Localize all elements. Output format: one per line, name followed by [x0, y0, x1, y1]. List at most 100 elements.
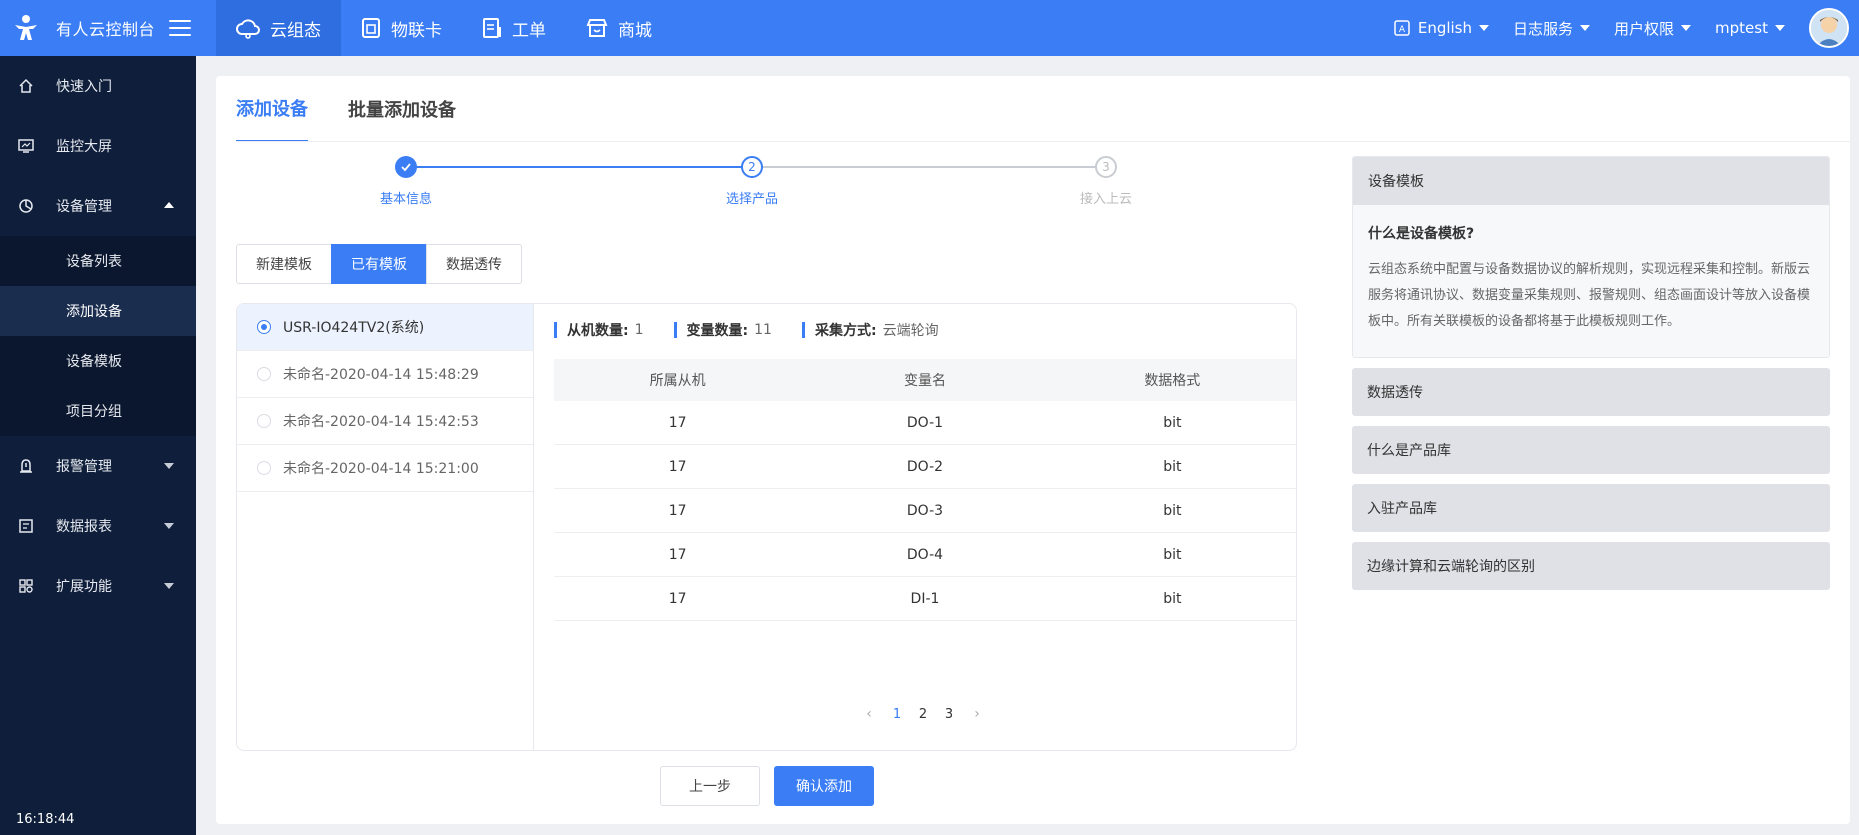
table-row: 17 DO-2 bit	[554, 445, 1296, 489]
step-label: 选择产品	[725, 192, 778, 207]
page-3[interactable]: 3	[936, 707, 962, 722]
page-1[interactable]: 1	[884, 707, 910, 722]
existing-template-button[interactable]: 已有模板	[331, 244, 427, 284]
language-selector[interactable]: A English	[1394, 19, 1490, 37]
sidebar-item-monitor[interactable]: 监控大屏	[0, 116, 196, 176]
device-management-submenu: 设备列表 添加设备 设备模板 项目分组	[0, 236, 196, 436]
step-basic-info: 基本信息	[336, 156, 476, 207]
user-menu[interactable]: mptest	[1715, 19, 1785, 37]
tabs-divider	[236, 141, 1850, 142]
avatar[interactable]	[1809, 8, 1849, 48]
sim-card-icon	[362, 18, 380, 38]
table-cell: DO-3	[906, 502, 944, 519]
confirm-add-button[interactable]: 确认添加	[774, 766, 874, 806]
table-cell: DO-2	[906, 458, 944, 475]
tab-batch-add-device[interactable]: 批量添加设备	[348, 76, 456, 142]
radio[interactable]	[257, 414, 271, 428]
collect-method-label: 采集方式:	[814, 323, 877, 339]
nav-label: 商城	[618, 20, 652, 41]
table-header: 所属从机 变量名 数据格式	[554, 359, 1296, 401]
sidebar-item-alarm[interactable]: 报警管理	[0, 436, 196, 496]
collect-method: 采集方式: 云端轮询	[801, 322, 939, 339]
table-cell: DO-4	[906, 546, 944, 563]
help-section-edge-vs-cloud[interactable]: 边缘计算和云端轮询的区别	[1352, 542, 1830, 590]
chevron-down-icon	[1775, 25, 1785, 31]
chevron-right-icon[interactable]: ›	[962, 706, 992, 722]
column-header: 变量名	[903, 373, 946, 389]
help-section-data-passthrough[interactable]: 数据透传	[1352, 368, 1830, 416]
step-label: 接入上云	[1079, 192, 1132, 207]
table-row: 17 DO-1 bit	[554, 401, 1296, 445]
sidebar-item-label: 快速入门	[56, 79, 112, 95]
collect-method-value: 云端轮询	[882, 323, 939, 339]
list-item[interactable]: 未命名-2020-04-14 15:21:00	[237, 445, 533, 492]
table-row: 17 DI-1 bit	[554, 577, 1296, 621]
step-select-product: 2 选择产品	[682, 156, 822, 207]
sidebar-item-report[interactable]: 数据报表	[0, 496, 196, 556]
tab-add-device[interactable]: 添加设备	[236, 76, 308, 142]
device-icon	[16, 196, 36, 216]
list-item[interactable]: 未命名-2020-04-14 15:42:53	[237, 398, 533, 445]
column-header: 所属从机	[649, 373, 706, 389]
help-section-join-product-library[interactable]: 入驻产品库	[1352, 484, 1830, 532]
top-nav: 云组态 物联卡 工单 商城	[216, 0, 672, 56]
previous-step-button[interactable]: 上一步	[660, 766, 760, 806]
table-cell: 17	[668, 414, 687, 431]
check-icon	[395, 156, 417, 178]
chevron-left-icon[interactable]: ‹	[854, 706, 884, 722]
list-item[interactable]: 未命名-2020-04-14 15:48:29	[237, 351, 533, 398]
variable-count-value: 11	[754, 322, 772, 338]
sidebar-item-extension[interactable]: 扩展功能	[0, 556, 196, 616]
username: mptest	[1715, 19, 1768, 37]
step-number: 2	[741, 156, 763, 178]
sidebar-item-quick-start[interactable]: 快速入门	[0, 56, 196, 116]
sidebar-item-label: 报警管理	[56, 459, 112, 475]
store-icon	[586, 19, 608, 37]
extension-icon	[16, 576, 36, 596]
menu-toggle-icon[interactable]	[169, 17, 192, 39]
work-order-icon	[483, 18, 501, 38]
radio-selected[interactable]	[257, 320, 271, 334]
template-panel: USR-IO424TV2(系统) 未命名-2020-04-14 15:48:29…	[236, 303, 1297, 751]
template-name: 未命名-2020-04-14 15:48:29	[283, 367, 479, 383]
nav-store[interactable]: 商城	[566, 0, 672, 56]
pagination: ‹ 1 2 3 ›	[854, 706, 992, 722]
nav-sim-card[interactable]: 物联卡	[341, 0, 462, 56]
variable-count-label: 变量数量:	[686, 323, 749, 339]
template-mode-selector: 新建模板 已有模板 数据透传	[236, 244, 522, 284]
help-section-product-library[interactable]: 什么是产品库	[1352, 426, 1830, 474]
help-question: 什么是设备模板?	[1368, 226, 1475, 242]
page-2[interactable]: 2	[910, 707, 936, 722]
list-item[interactable]: USR-IO424TV2(系统)	[237, 304, 533, 351]
table-cell: 17	[668, 546, 687, 563]
variable-count: 变量数量: 11	[673, 322, 772, 339]
brand: 有人云控制台	[0, 0, 216, 56]
sidebar-item-label: 设备管理	[56, 199, 112, 215]
user-permission-menu[interactable]: 用户权限	[1614, 18, 1692, 39]
usr-logo-icon[interactable]	[10, 12, 42, 44]
template-name: USR-IO424TV2(系统)	[283, 320, 425, 336]
nav-label: 云组态	[270, 20, 321, 41]
user-permission-label: 用户权限	[1614, 19, 1675, 38]
sidebar-item-device-list[interactable]: 设备列表	[0, 236, 196, 286]
nav-cloud-config[interactable]: 云组态	[216, 0, 341, 56]
table-cell: bit	[1163, 458, 1182, 475]
sidebar-item-device-template[interactable]: 设备模板	[0, 336, 196, 386]
table-row: 17 DO-4 bit	[554, 533, 1296, 577]
sidebar-item-device-management[interactable]: 设备管理	[0, 176, 196, 236]
sidebar-item-project-group[interactable]: 项目分组	[0, 386, 196, 436]
help-section-header[interactable]: 设备模板	[1353, 157, 1829, 205]
table-cell: DO-1	[906, 414, 944, 431]
new-template-button[interactable]: 新建模板	[236, 244, 332, 284]
help-section-body: 什么是设备模板? 云组态系统中配置与设备数据协议的解析规则，实现远程采集和控制。…	[1353, 205, 1829, 357]
chevron-down-icon	[164, 583, 174, 589]
table-cell: bit	[1163, 590, 1182, 607]
step-cloud-access: 3 接入上云	[1036, 156, 1176, 207]
radio[interactable]	[257, 367, 271, 381]
log-service-menu[interactable]: 日志服务	[1513, 18, 1591, 39]
data-passthrough-button[interactable]: 数据透传	[426, 244, 522, 284]
template-list: USR-IO424TV2(系统) 未命名-2020-04-14 15:48:29…	[237, 304, 534, 750]
radio[interactable]	[257, 461, 271, 475]
sidebar-item-add-device[interactable]: 添加设备	[0, 286, 196, 336]
nav-work-order[interactable]: 工单	[462, 0, 566, 56]
